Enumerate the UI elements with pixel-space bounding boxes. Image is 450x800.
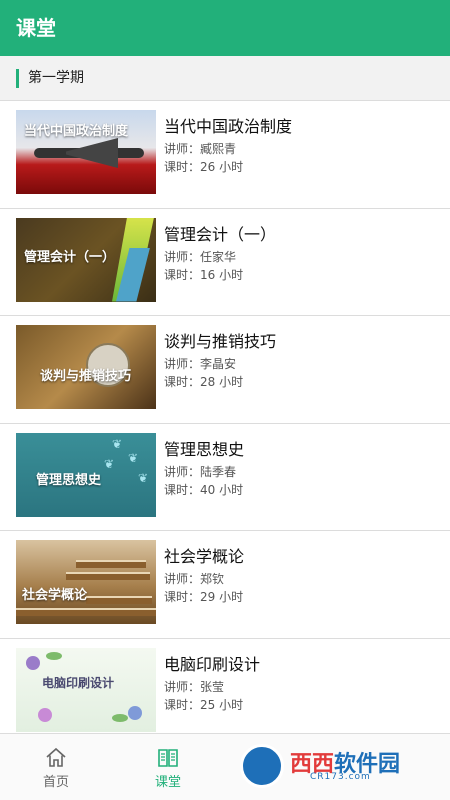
watermark-url: CR173.com bbox=[310, 772, 371, 782]
watermark-logo: 西西软件园 CR173.com bbox=[240, 742, 436, 790]
course-list[interactable]: 当代中国政治制度 当代中国政治制度 讲师：臧熙青 课时：26 小时 管理会计（一… bbox=[0, 101, 450, 733]
course-hours: 课时：26 小时 bbox=[164, 160, 244, 174]
course-title: 管理思想史 bbox=[164, 439, 245, 459]
thumbnail-caption: 管理会计（一） bbox=[24, 249, 116, 265]
course-thumbnail: 管理会计（一） bbox=[16, 217, 156, 302]
course-item[interactable]: 管理会计（一） 管理会计（一） 讲师：任家华 课时：16 小时 bbox=[0, 208, 450, 316]
thumbnail-caption: 电脑印刷设计 bbox=[42, 675, 115, 690]
course-item[interactable]: ❦ ❦ ❦ ❦ 管理思想史 管理思想史 讲师：陆季春 课时：40 小时 bbox=[0, 423, 450, 531]
course-thumbnail: ❦ ❦ ❦ ❦ 管理思想史 bbox=[16, 432, 156, 517]
course-item[interactable]: 谈判与推销技巧 谈判与推销技巧 讲师：李晶安 课时：28 小时 bbox=[0, 316, 450, 424]
butterfly-icon: ❦ bbox=[112, 436, 123, 451]
thumbnail-caption: 管理思想史 bbox=[36, 472, 102, 488]
course-hours: 课时：16 小时 bbox=[164, 267, 244, 282]
semester-label: 第一学期 bbox=[28, 70, 84, 86]
course-title: 社会学概论 bbox=[164, 547, 245, 566]
course-thumbnail: 谈判与推销技巧 bbox=[16, 325, 156, 409]
course-hours: 课时：28 小时 bbox=[164, 375, 244, 389]
course-item[interactable]: 社会学概论 社会学概论 讲师：郑钦 课时：29 小时 bbox=[0, 531, 450, 639]
course-teacher: 讲师：郑钦 bbox=[164, 572, 225, 586]
flower-icon bbox=[38, 707, 52, 722]
course-teacher: 讲师：臧熙青 bbox=[164, 142, 237, 156]
butterfly-icon: ❦ bbox=[138, 470, 149, 485]
app-header: 课堂 bbox=[0, 0, 450, 56]
home-icon bbox=[46, 747, 66, 767]
book-icon bbox=[158, 749, 178, 767]
course-teacher: 讲师：李晶安 bbox=[164, 357, 237, 371]
thumbnail-caption: 当代中国政治制度 bbox=[24, 124, 129, 139]
thumbnail-caption: 谈判与推销技巧 bbox=[40, 369, 132, 384]
page-title: 课堂 bbox=[16, 16, 56, 40]
course-hours: 课时：29 小时 bbox=[164, 590, 244, 604]
flower-icon bbox=[128, 705, 142, 720]
course-thumbnail: 社会学概论 bbox=[16, 540, 156, 624]
semester-header: 第一学期 bbox=[0, 56, 450, 101]
course-title: 电脑印刷设计 bbox=[164, 654, 261, 674]
airplane-wing-shape bbox=[66, 138, 118, 168]
leaf-icon bbox=[46, 651, 62, 660]
book-stack-shape bbox=[16, 608, 156, 616]
course-thumbnail: 电脑印刷设计 bbox=[16, 647, 156, 732]
butterfly-icon: ❦ bbox=[128, 450, 139, 465]
book-stack-shape bbox=[66, 572, 150, 580]
course-item[interactable]: 当代中国政治制度 当代中国政治制度 讲师：臧熙青 课时：26 小时 bbox=[0, 101, 450, 209]
tab-classroom[interactable]: 课堂 bbox=[112, 734, 224, 800]
tab-label: 首页 bbox=[42, 775, 69, 790]
book-stack-shape bbox=[86, 596, 152, 604]
semester-accent-bar bbox=[16, 69, 19, 88]
course-thumbnail: 当代中国政治制度 bbox=[16, 110, 156, 194]
course-teacher: 讲师：任家华 bbox=[164, 249, 237, 264]
course-hours: 课时：40 小时 bbox=[164, 482, 244, 497]
watermark-emblem-icon bbox=[240, 744, 284, 788]
course-hours: 课时：25 小时 bbox=[164, 697, 244, 712]
leaf-icon bbox=[112, 713, 128, 722]
course-item[interactable]: 电脑印刷设计 电脑印刷设计 讲师：张莹 课时：25 小时 bbox=[0, 638, 450, 733]
course-title: 当代中国政治制度 bbox=[164, 117, 293, 136]
flower-icon bbox=[26, 655, 40, 670]
tab-home[interactable]: 首页 bbox=[0, 734, 112, 800]
course-teacher: 讲师：张莹 bbox=[164, 679, 225, 694]
thumbnail-caption: 社会学概论 bbox=[22, 588, 88, 603]
course-teacher: 讲师：陆季春 bbox=[164, 464, 237, 479]
book-stack-shape bbox=[76, 560, 146, 568]
butterfly-icon: ❦ bbox=[104, 456, 115, 471]
course-title: 管理会计（一） bbox=[164, 224, 277, 244]
course-title: 谈判与推销技巧 bbox=[164, 332, 277, 351]
tab-label: 课堂 bbox=[154, 775, 181, 790]
